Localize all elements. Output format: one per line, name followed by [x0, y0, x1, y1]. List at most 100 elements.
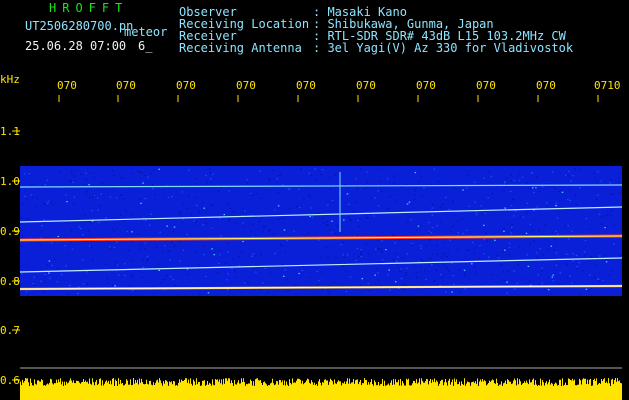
level-bar — [402, 381, 403, 400]
level-bar — [304, 383, 305, 400]
noise-dot — [295, 223, 297, 225]
noise-dot — [242, 222, 244, 224]
level-bar — [178, 382, 179, 400]
noise-dot — [395, 281, 397, 283]
level-bar — [151, 384, 152, 400]
noise-dot — [130, 214, 132, 216]
level-bar — [488, 383, 489, 400]
noise-dot — [597, 194, 599, 196]
level-bar — [209, 382, 210, 400]
noise-dot — [439, 273, 442, 276]
spectrogram-window: HROFFT UT2506280700.pn meteor 25.06.28 0… — [0, 0, 629, 400]
noise-dot — [113, 174, 115, 176]
level-bar — [589, 379, 590, 400]
noise-dot — [588, 260, 591, 262]
level-bar — [220, 383, 221, 400]
level-bar — [122, 383, 123, 400]
level-bar — [190, 378, 191, 400]
level-bar — [287, 384, 288, 400]
noise-dot — [303, 198, 305, 200]
level-bar — [104, 383, 105, 400]
level-bar — [179, 379, 180, 400]
noise-dot — [519, 216, 522, 219]
noise-dot — [451, 225, 453, 227]
noise-dot — [147, 176, 149, 178]
noise-dot — [483, 253, 486, 255]
level-bar — [414, 381, 415, 400]
level-bar — [613, 383, 614, 400]
noise-dot — [55, 202, 57, 204]
level-bar — [139, 378, 140, 400]
noise-dot — [156, 246, 158, 248]
noise-dot — [309, 215, 311, 218]
noise-dot — [506, 270, 509, 272]
level-bar — [160, 380, 161, 400]
noise-dot — [220, 187, 222, 189]
noise-dot — [159, 231, 161, 233]
noise-dot — [474, 181, 476, 183]
level-bar — [352, 382, 353, 400]
noise-dot — [402, 289, 405, 291]
noise-dot — [406, 253, 409, 255]
noise-dot — [503, 182, 506, 184]
level-bar — [598, 383, 599, 400]
level-bar — [283, 385, 284, 400]
noise-dot — [399, 270, 401, 272]
noise-dot — [298, 272, 300, 275]
level-bar — [88, 383, 89, 400]
noise-dot — [373, 215, 375, 217]
noise-dot — [255, 255, 257, 257]
level-bar — [369, 384, 370, 400]
level-bar — [359, 381, 360, 400]
noise-dot — [374, 274, 376, 276]
noise-dot — [359, 218, 362, 220]
noise-dot — [109, 196, 112, 198]
noise-dot — [478, 257, 480, 260]
noise-dot — [247, 282, 250, 284]
noise-dot — [80, 227, 82, 230]
noise-dot — [446, 267, 448, 269]
level-bar — [433, 381, 434, 400]
noise-dot — [47, 200, 50, 202]
level-bar — [263, 382, 264, 400]
noise-dot — [457, 232, 459, 234]
noise-dot — [84, 240, 87, 243]
level-bar — [374, 380, 375, 400]
level-bar — [573, 380, 574, 400]
noise-dot — [264, 226, 266, 228]
noise-dot — [144, 248, 146, 250]
level-bar — [96, 379, 97, 400]
level-bar — [258, 380, 259, 400]
level-bar — [426, 378, 427, 400]
noise-dot — [232, 258, 234, 260]
level-bar — [268, 385, 269, 400]
noise-dot — [354, 178, 357, 180]
level-bar — [540, 378, 541, 400]
noise-dot — [227, 251, 229, 253]
noise-dot — [277, 174, 280, 176]
level-bar — [550, 384, 551, 400]
noise-dot — [329, 188, 332, 191]
noise-dot — [399, 239, 401, 241]
level-bar — [486, 385, 487, 400]
noise-dot — [598, 280, 600, 282]
noise-dot — [141, 276, 144, 278]
noise-dot — [77, 293, 79, 295]
noise-dot — [605, 215, 607, 217]
noise-dot — [572, 175, 574, 177]
level-bar — [280, 380, 281, 400]
noise-dot — [311, 216, 314, 218]
noise-dot — [144, 198, 147, 200]
noise-dot — [71, 173, 73, 175]
level-bar — [446, 382, 447, 400]
noise-dot — [551, 171, 554, 173]
noise-dot — [348, 216, 350, 218]
level-bar — [79, 382, 80, 400]
noise-dot — [442, 276, 444, 279]
level-bar — [58, 379, 59, 400]
level-bar — [252, 385, 253, 400]
noise-dot — [555, 230, 557, 232]
level-bar — [27, 378, 28, 400]
noise-dot — [453, 187, 455, 189]
level-bar — [411, 385, 412, 400]
